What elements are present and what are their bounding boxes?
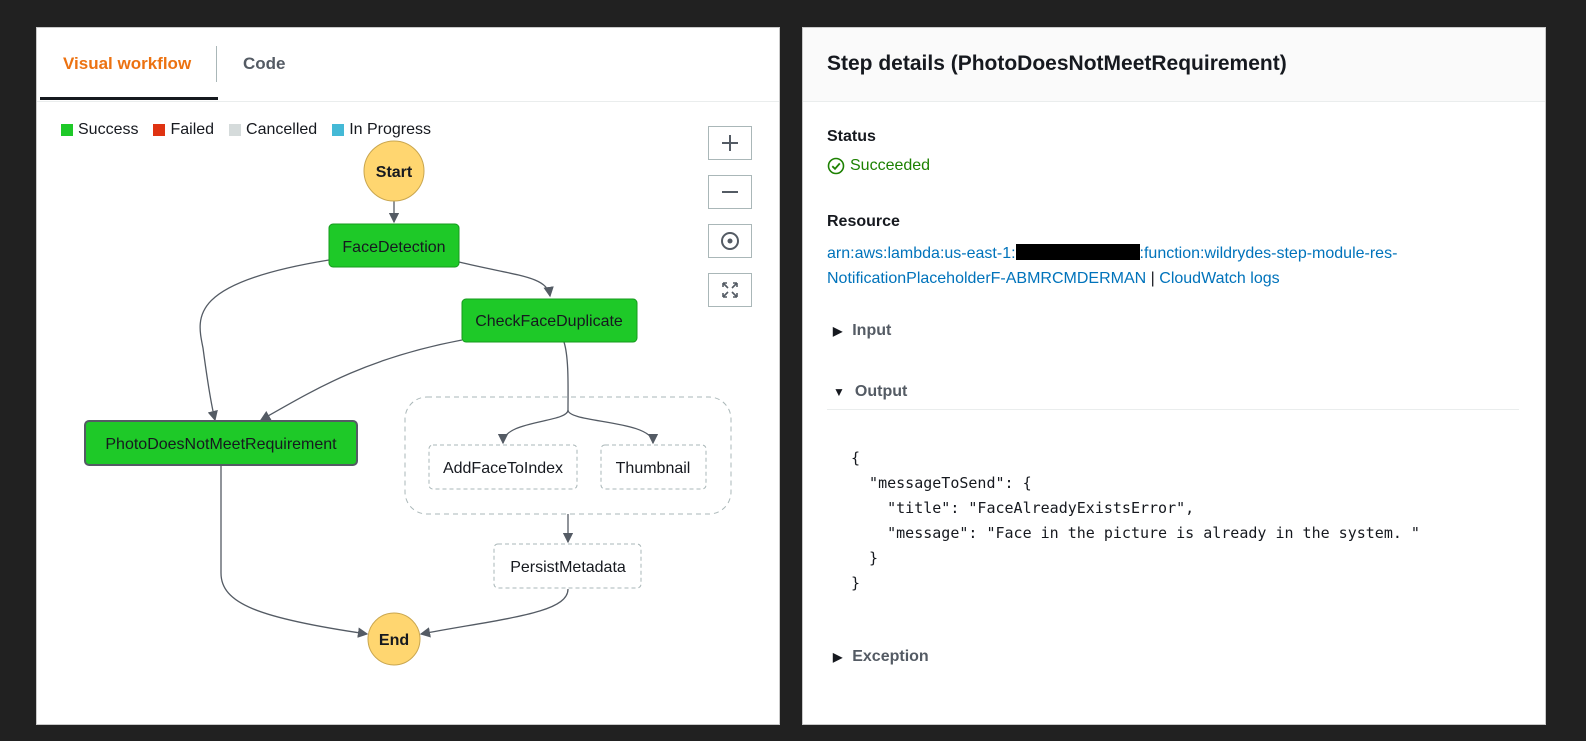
fit-to-screen-icon xyxy=(722,282,738,298)
zoom-in-button[interactable] xyxy=(708,126,752,160)
resource-arn-link[interactable]: arn:aws:lambda:us-east-1::function:wildr… xyxy=(827,244,1397,287)
exception-section-label: Exception xyxy=(852,648,929,665)
fit-to-screen-button[interactable] xyxy=(708,273,752,307)
edge-parallel-addfacetoindex xyxy=(497,409,569,445)
edge-checkfaceduplicate-parallel xyxy=(563,341,569,411)
addfacetoindex-node-label: AddFaceToIndex xyxy=(443,460,563,477)
checkfaceduplicate-node[interactable]: CheckFaceDuplicate xyxy=(461,298,638,343)
center-target-icon xyxy=(721,232,739,250)
start-node[interactable]: Start xyxy=(363,140,425,202)
resource-label: Resource xyxy=(827,213,900,230)
caret-right-icon: ▶ xyxy=(833,650,843,664)
resource-value: arn:aws:lambda:us-east-1::function:wildr… xyxy=(827,241,1517,291)
minus-icon xyxy=(722,191,738,193)
facedetection-node-label: FaceDetection xyxy=(342,239,445,256)
exception-section-toggle[interactable]: ▶ Exception xyxy=(833,648,929,666)
addfacetoindex-node[interactable]: AddFaceToIndex xyxy=(428,444,578,490)
center-graph-button[interactable] xyxy=(708,224,752,258)
output-section-label: Output xyxy=(854,383,908,400)
step-details-header: Step details (PhotoDoesNotMeetRequiremen… xyxy=(803,28,1545,102)
end-node[interactable]: End xyxy=(367,612,421,666)
output-json: { "messageToSend": { "title": "FaceAlrea… xyxy=(851,449,1420,592)
success-check-icon xyxy=(827,157,845,175)
start-node-label: Start xyxy=(376,164,413,181)
resource-separator: | xyxy=(1150,270,1155,287)
end-node-label: End xyxy=(379,632,409,649)
persistmetadata-node[interactable]: PersistMetadata xyxy=(493,543,642,589)
edge-checkfaceduplicate-photodoesnotmeet xyxy=(259,339,463,421)
checkfaceduplicate-node-label: CheckFaceDuplicate xyxy=(475,313,623,330)
cloudwatch-logs-link[interactable]: CloudWatch logs xyxy=(1159,270,1279,287)
input-section-label: Input xyxy=(852,322,892,339)
workflow-graph: Start FaceDetection CheckFaceDuplicate P… xyxy=(84,140,732,666)
status-value-text: Succeeded xyxy=(850,157,931,174)
facedetection-node[interactable]: FaceDetection xyxy=(328,223,460,268)
resource-arn-prefix: arn:aws:lambda:us-east-1: xyxy=(827,245,1016,262)
edge-parallel-thumbnail xyxy=(567,409,659,445)
persistmetadata-node-label: PersistMetadata xyxy=(510,559,626,576)
photodoesnotmeetrequirement-node[interactable]: PhotoDoesNotMeetRequirement xyxy=(84,420,358,466)
plus-icon xyxy=(722,135,738,151)
output-section-toggle[interactable]: ▼ Output xyxy=(833,383,907,401)
status-value: Succeeded xyxy=(827,157,930,175)
caret-right-icon: ▶ xyxy=(833,324,843,338)
status-label: Status xyxy=(827,128,876,145)
edge-photodoesnotmeet-end xyxy=(220,466,369,638)
photodoesnotmeetrequirement-node-label: PhotoDoesNotMeetRequirement xyxy=(105,436,337,453)
output-divider xyxy=(827,409,1519,410)
thumbnail-node-label: Thumbnail xyxy=(616,460,691,477)
step-details-title: Step details (PhotoDoesNotMeetRequiremen… xyxy=(827,52,1287,75)
step-details-panel: Step details (PhotoDoesNotMeetRequiremen… xyxy=(802,27,1546,725)
edge-persistmetadata-end xyxy=(419,588,569,638)
redacted-account-id xyxy=(1015,244,1140,260)
thumbnail-node[interactable]: Thumbnail xyxy=(600,444,707,490)
edge-facedetection-checkfaceduplicate xyxy=(458,261,554,298)
caret-down-icon: ▼ xyxy=(833,385,845,399)
zoom-out-button[interactable] xyxy=(708,175,752,209)
visual-workflow-panel: Visual workflow Code Success Failed Canc… xyxy=(36,27,780,725)
input-section-toggle[interactable]: ▶ Input xyxy=(833,322,891,340)
edge-facedetection-photodoesnotmeet xyxy=(199,259,330,422)
